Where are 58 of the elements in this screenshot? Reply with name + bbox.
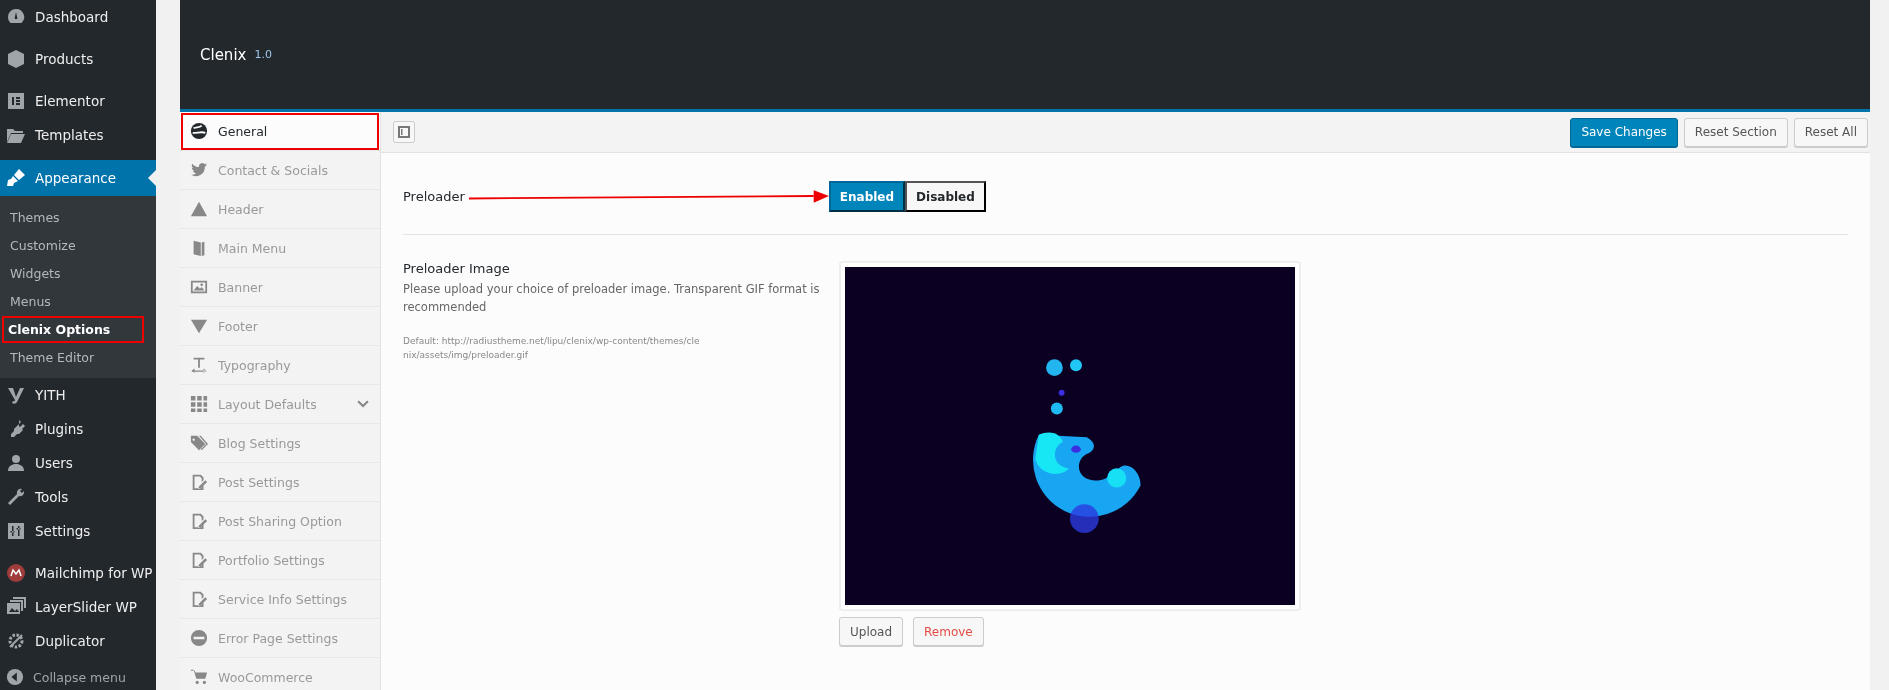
grid-icon xyxy=(190,395,208,413)
submenu-item[interactable]: Themes xyxy=(8,206,62,228)
sidebar-item[interactable]: Dashboard xyxy=(0,0,156,34)
text-size-icon xyxy=(190,356,208,374)
edit-document-icon xyxy=(190,590,208,608)
default-note: Default: http://radiustheme.net/lipu/clenix/wp-content/themes/clenix/assets/img/preloader.gif xyxy=(403,335,701,362)
sidebar-item[interactable]: Templates xyxy=(0,118,156,152)
panel-layout-icon xyxy=(397,125,411,139)
remove-button[interactable]: Remove xyxy=(913,617,984,646)
submenu-item[interactable]: Customize xyxy=(8,234,78,256)
layout-toggle-button[interactable] xyxy=(393,121,415,143)
options-menu-item[interactable]: General xyxy=(180,112,380,151)
toggle-option[interactable]: Disabled xyxy=(905,181,986,212)
triangle-down-icon xyxy=(190,317,208,335)
gear-icon xyxy=(6,631,26,651)
version-label: 1.0 xyxy=(254,48,272,61)
toggle-option[interactable]: Enabled xyxy=(828,181,906,212)
sidebar-item[interactable]: Tools xyxy=(0,480,156,514)
wrench-icon xyxy=(6,487,26,507)
sidebar-item[interactable]: Appearance xyxy=(0,160,156,196)
sliders-icon xyxy=(6,521,26,541)
cart-icon xyxy=(190,668,208,686)
tags-icon xyxy=(190,434,208,452)
upload-button[interactable]: Upload xyxy=(839,617,904,646)
field-description: Please upload your choice of preloader image. Transparent GIF format is recommended xyxy=(403,281,821,316)
sidebar-item[interactable]: Products xyxy=(0,42,156,76)
triangle-up-icon xyxy=(190,200,208,218)
edit-document-icon xyxy=(190,512,208,530)
sidebar-item[interactable]: LayerSlider WP xyxy=(0,590,156,624)
cube-icon xyxy=(6,49,26,69)
sidebar-item[interactable]: Mailchimp for WP xyxy=(0,556,156,590)
collapse-menu-button[interactable]: Collapse menu xyxy=(0,666,156,688)
reset-button[interactable]: Reset Section xyxy=(1683,117,1788,147)
person-icon xyxy=(6,453,26,473)
save-button[interactable]: Save Changes xyxy=(1570,117,1678,147)
submenu-item[interactable]: Menus xyxy=(8,290,53,312)
edit-document-icon xyxy=(190,551,208,569)
submenu-item[interactable]: Widgets xyxy=(8,262,63,284)
reset-button[interactable]: Reset All xyxy=(1793,117,1868,147)
edit-document-icon xyxy=(190,473,208,491)
globe-icon xyxy=(190,122,208,140)
field-label: Preloader xyxy=(403,189,465,204)
panel-title: Clenix xyxy=(200,45,247,64)
stacked-images-icon xyxy=(6,597,26,617)
letter-y-icon xyxy=(6,385,26,405)
image-icon xyxy=(190,278,208,296)
sidebar-item[interactable]: Settings xyxy=(0,514,156,548)
bird-icon xyxy=(190,161,208,179)
field-label: Preloader Image xyxy=(403,261,511,276)
sidebar-item[interactable]: Duplicator xyxy=(0,624,156,658)
paintbrush-icon xyxy=(6,168,26,188)
submenu-item[interactable]: Theme Editor xyxy=(8,346,97,368)
sidebar-item[interactable]: Plugins xyxy=(0,412,156,446)
submenu-item[interactable]: Clenix Options xyxy=(4,317,143,341)
sidebar-item[interactable]: YITH xyxy=(0,378,156,412)
mail-badge-icon xyxy=(6,563,26,583)
sidebar-item[interactable]: Elementor xyxy=(0,84,156,118)
sidebar-item[interactable]: Users xyxy=(0,446,156,480)
